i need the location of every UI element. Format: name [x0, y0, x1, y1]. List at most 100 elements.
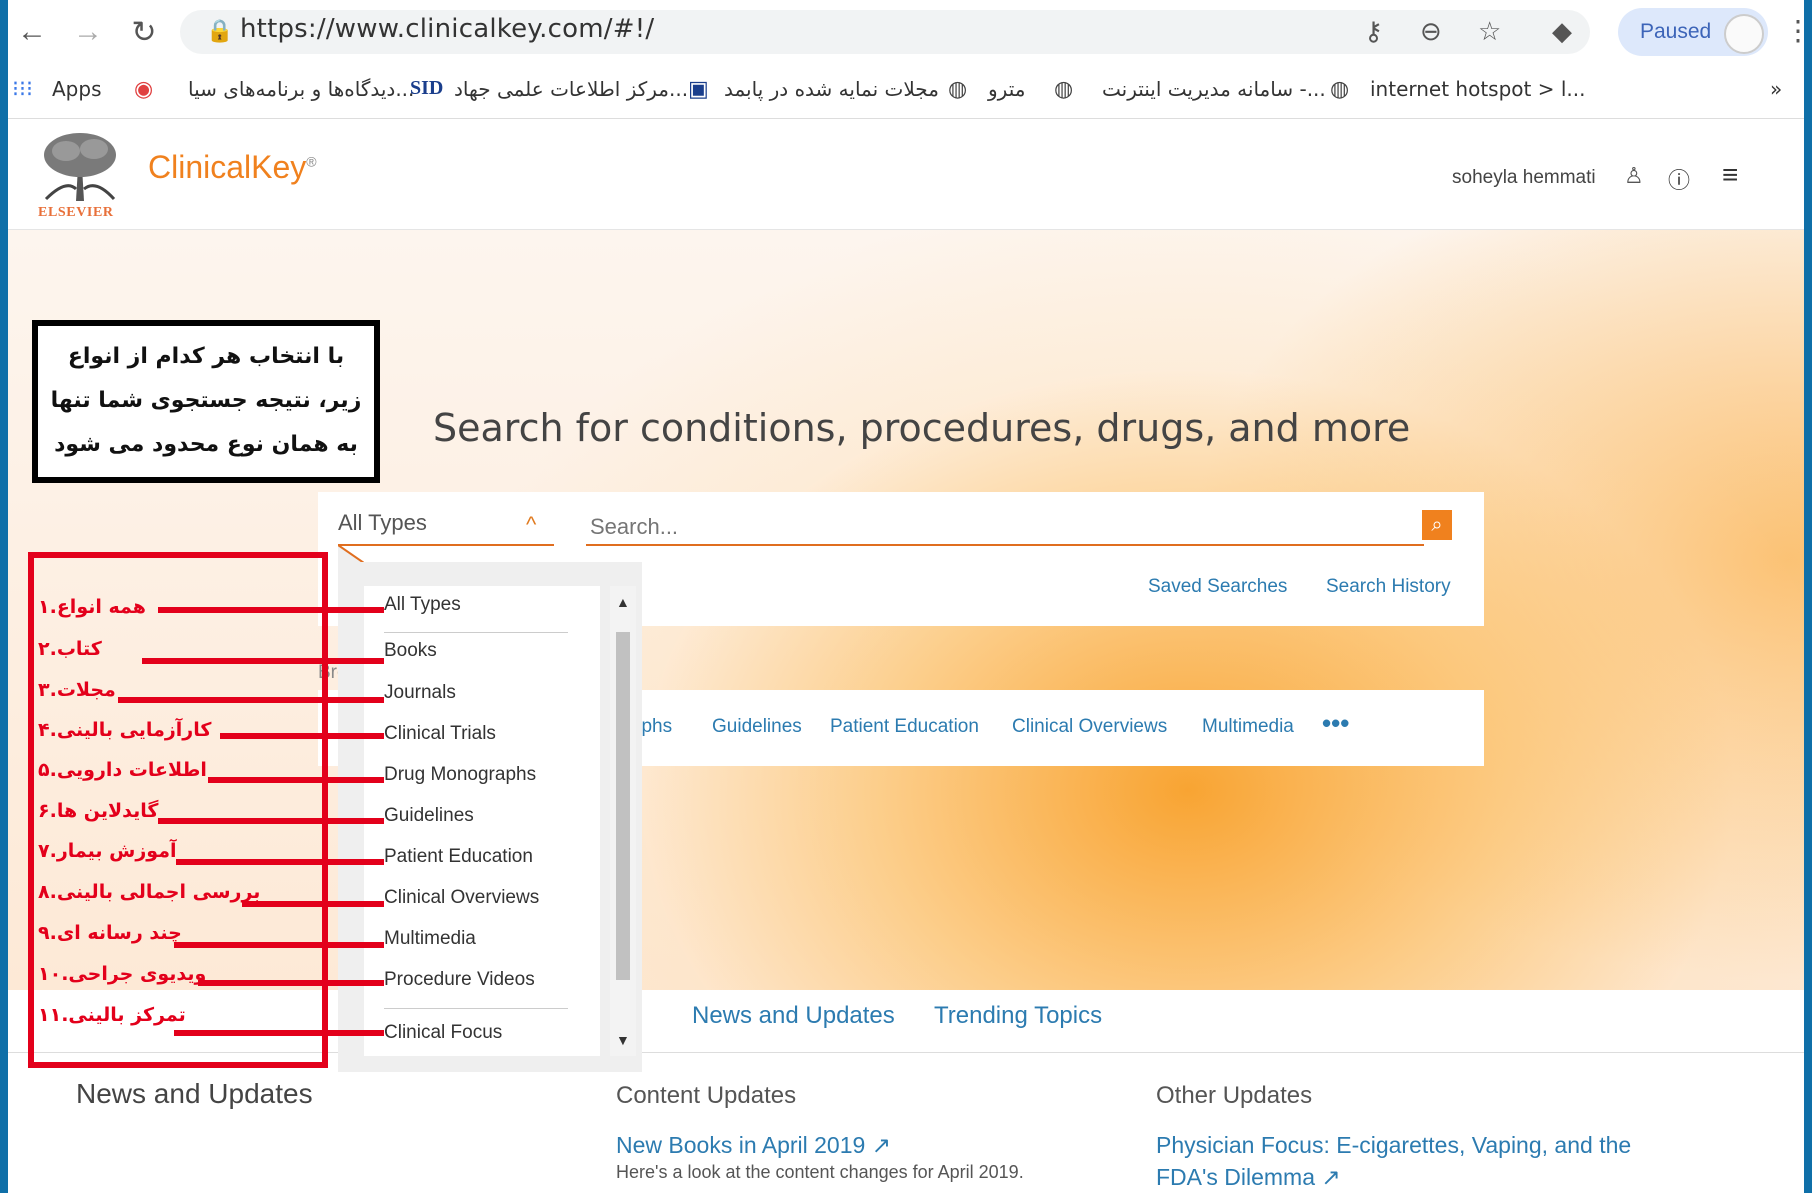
lock-icon: 🔒 [206, 18, 234, 43]
other-update-link-line1[interactable]: Physician Focus: E-cigarettes, Vaping, a… [1156, 1132, 1631, 1159]
brand-name: ClinicalKey [148, 149, 307, 185]
zoom-out-icon[interactable]: ⊖ [1420, 16, 1442, 47]
extension-icon[interactable]: ◆ [1552, 16, 1572, 47]
tab-trending-topics[interactable]: Trending Topics [934, 1002, 1102, 1030]
bookmark-apps[interactable]: Apps [52, 77, 102, 101]
dropdown-option-books[interactable]: Books [384, 640, 437, 662]
globe-icon: ◍ [1054, 76, 1074, 101]
dropdown-list: All Types Books Journals Clinical Trials… [364, 586, 600, 1056]
chevron-up-icon: ^ [526, 512, 537, 537]
sid-logo: SID [410, 77, 444, 99]
annotation-connector [242, 901, 384, 907]
note-line: به همان نوع محدود می شود [54, 432, 358, 457]
star-icon[interactable]: ☆ [1478, 16, 1501, 47]
scroll-down-icon[interactable]: ▼ [616, 1032, 630, 1048]
dropdown-option-patient-education[interactable]: Patient Education [384, 846, 533, 868]
dropdown-scrollbar[interactable]: ▲ ▼ [610, 586, 636, 1056]
elsevier-wordmark: ELSEVIER [38, 205, 114, 220]
dropdown-divider [384, 632, 568, 633]
content-updates-title: Content Updates [616, 1082, 797, 1109]
more-icon[interactable]: ••• [1322, 708, 1349, 739]
help-icon[interactable]: ⓘ [1668, 163, 1690, 195]
profile-avatar [1724, 14, 1764, 54]
content-type-select[interactable]: All Types ^ [338, 510, 554, 546]
annotation-connector [158, 818, 384, 824]
annotation-connector [158, 607, 384, 613]
bookmarks-overflow-icon[interactable]: » [1770, 77, 1782, 101]
elsevier-tree-logo[interactable] [36, 129, 122, 203]
hero-title: Search for conditions, procedures, drugs… [433, 406, 1411, 450]
content-update-link-text: New Books in April 2019 [616, 1132, 866, 1158]
dropdown-option-guidelines[interactable]: Guidelines [384, 805, 474, 827]
dropdown-option-drug-monographs[interactable]: Drug Monographs [384, 764, 536, 786]
user-name[interactable]: soheyla hemmati [1452, 167, 1596, 189]
note-line: با انتخاب هر کدام از انواع [67, 344, 345, 369]
annotation-label: کارآزمایی بالینی.۴ [38, 719, 212, 741]
dropdown-option-clinical-trials[interactable]: Clinical Trials [384, 723, 496, 745]
news-section-title: News and Updates [76, 1078, 313, 1109]
search-input[interactable] [586, 510, 1424, 546]
browse-link-clinical-overviews[interactable]: Clinical Overviews [1012, 716, 1167, 738]
bookmark-favicon: ◉ [134, 76, 154, 101]
dropdown-option-multimedia[interactable]: Multimedia [384, 928, 476, 950]
hamburger-menu-icon[interactable]: ≡ [1722, 159, 1738, 191]
clinicalkey-logo[interactable]: ClinicalKey® [148, 149, 317, 186]
forward-icon[interactable]: → [68, 12, 108, 52]
bookmarks-bar: ⁝⁝⁝ Apps ◉ دیدگاه‌ها و برنامه‌های سیا...… [8, 66, 1804, 119]
annotation-label: اطلاعات دارویی.۵ [38, 759, 207, 781]
annotation-connector [142, 658, 384, 664]
annotation-connector [176, 859, 384, 865]
content-update-desc: Here's a look at the content changes for… [616, 1162, 1024, 1182]
note-line: زیر، نتیجه جستجوی شما تنها [50, 388, 362, 413]
bookmark-item[interactable]: مجلات نمایه شده در پابمد [724, 77, 939, 101]
bookmark-item[interactable]: مترو [988, 77, 1025, 101]
browse-link-multimedia[interactable]: Multimedia [1202, 716, 1294, 738]
annotation-connector [198, 980, 384, 986]
annotation-label: همه انواع.۱ [38, 596, 146, 618]
search-icon[interactable]: ⌕ [1422, 510, 1452, 540]
key-icon[interactable]: ⚷ [1364, 16, 1383, 47]
scroll-up-icon[interactable]: ▲ [616, 594, 630, 610]
browser-window: ← → ↻ 🔒 https://www.clinicalkey.com/#!/ … [8, 0, 1804, 1193]
more-menu-icon[interactable]: ⋮ [1784, 14, 1804, 47]
content-update-link[interactable]: New Books in April 2019 ↗ [616, 1132, 891, 1159]
annotation-label: کتاب.۲ [38, 638, 102, 660]
dropdown-option-journals[interactable]: Journals [384, 682, 456, 704]
other-update-link-text: FDA's Dilemma [1156, 1164, 1316, 1190]
back-icon[interactable]: ← [12, 12, 52, 52]
dropdown-option-all-types[interactable]: All Types [384, 594, 461, 616]
browse-link-patient-education[interactable]: Patient Education [830, 716, 979, 738]
bookmark-item[interactable]: internet hotspot > l... [1370, 77, 1585, 101]
annotation-label: آموزش بیمار.۷ [38, 840, 177, 862]
dropdown-option-procedure-videos[interactable]: Procedure Videos [384, 969, 535, 991]
content-type-value: All Types [338, 510, 427, 535]
external-link-icon: ↗ [871, 1132, 891, 1158]
tab-news-and-updates[interactable]: News and Updates [692, 1002, 895, 1030]
url-text[interactable]: https://www.clinicalkey.com/#!/ [240, 14, 654, 44]
globe-icon: ◍ [1330, 76, 1350, 101]
reload-icon[interactable]: ↻ [124, 12, 164, 52]
profile-paused-chip[interactable]: Paused [1618, 8, 1768, 56]
user-icon[interactable]: ♙ [1624, 163, 1644, 189]
annotation-label: ویدیوی جراحی.۱۰ [38, 963, 207, 985]
dropdown-option-clinical-focus[interactable]: Clinical Focus [384, 1022, 502, 1044]
other-update-link[interactable]: FDA's Dilemma ↗ [1156, 1164, 1341, 1191]
brand-mark: ® [306, 153, 317, 170]
globe-icon: ◍ [948, 76, 968, 101]
nlm-icon: ▣ [688, 76, 709, 101]
dropdown-option-clinical-overviews[interactable]: Clinical Overviews [384, 887, 539, 909]
scrollbar-thumb[interactable] [616, 632, 630, 980]
annotation-connector [208, 777, 384, 783]
site-header: ELSEVIER ClinicalKey® soheyla hemmati ♙ … [8, 119, 1804, 230]
bookmark-item[interactable]: مرکز اطلاعات علمی جهاد... [454, 77, 688, 101]
paused-label: Paused [1640, 20, 1712, 43]
dropdown-pointer [338, 545, 364, 563]
search-history-link[interactable]: Search History [1326, 576, 1451, 598]
bookmark-item[interactable]: سامانه مدیریت اینترنت -... [1102, 77, 1326, 101]
annotation-connector [174, 942, 384, 948]
bookmark-item[interactable]: دیدگاه‌ها و برنامه‌های سیا... [188, 77, 414, 101]
saved-searches-link[interactable]: Saved Searches [1148, 576, 1287, 598]
browse-link-guidelines[interactable]: Guidelines [712, 716, 802, 738]
annotation-connector [174, 1030, 384, 1036]
annotation-note: با انتخاب هر کدام از انواع زیر، نتیجه جس… [32, 320, 380, 483]
